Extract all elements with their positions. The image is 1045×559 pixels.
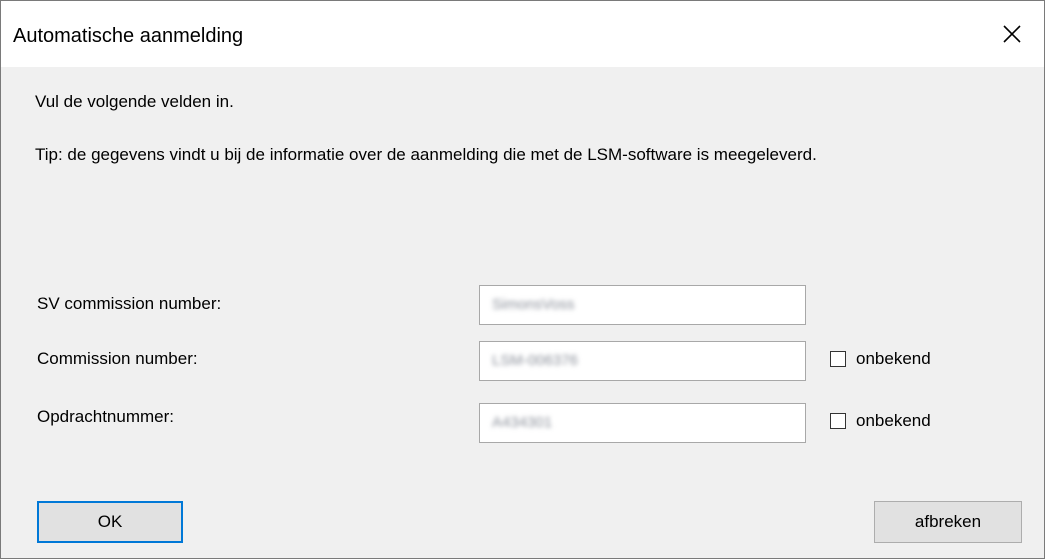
sv-commission-label: SV commission number: <box>37 294 222 313</box>
order-unknown-label: onbekend <box>856 411 931 430</box>
commission-value: LSM-006376 <box>492 352 578 369</box>
sv-commission-value: SimonsVoss <box>492 296 575 313</box>
close-icon <box>1003 25 1021 43</box>
tip-text: Tip: de gegevens vindt u bij de informat… <box>35 145 817 164</box>
sv-commission-field[interactable]: SimonsVoss <box>479 285 806 325</box>
order-unknown-option[interactable]: onbekend <box>830 411 931 431</box>
close-button[interactable] <box>980 1 1044 67</box>
commission-unknown-checkbox[interactable] <box>830 351 846 367</box>
dialog-title: Automatische aanmelding <box>13 25 244 47</box>
title-bar: Automatische aanmelding <box>1 1 1044 67</box>
order-number-value: A434301 <box>492 414 553 431</box>
commission-unknown-option[interactable]: onbekend <box>830 349 931 369</box>
cancel-button[interactable]: afbreken <box>874 501 1022 543</box>
intro-text: Vul de volgende velden in. <box>35 92 234 111</box>
order-number-field[interactable]: A434301 <box>479 403 806 443</box>
order-unknown-checkbox[interactable] <box>830 413 846 429</box>
commission-field[interactable]: LSM-006376 <box>479 341 806 381</box>
commission-unknown-label: onbekend <box>856 349 931 368</box>
dialog-window: Automatische aanmelding Vul de volgende … <box>0 0 1045 559</box>
commission-label: Commission number: <box>37 349 198 368</box>
order-number-label: Opdrachtnummer: <box>37 407 174 426</box>
ok-button[interactable]: OK <box>37 501 183 543</box>
